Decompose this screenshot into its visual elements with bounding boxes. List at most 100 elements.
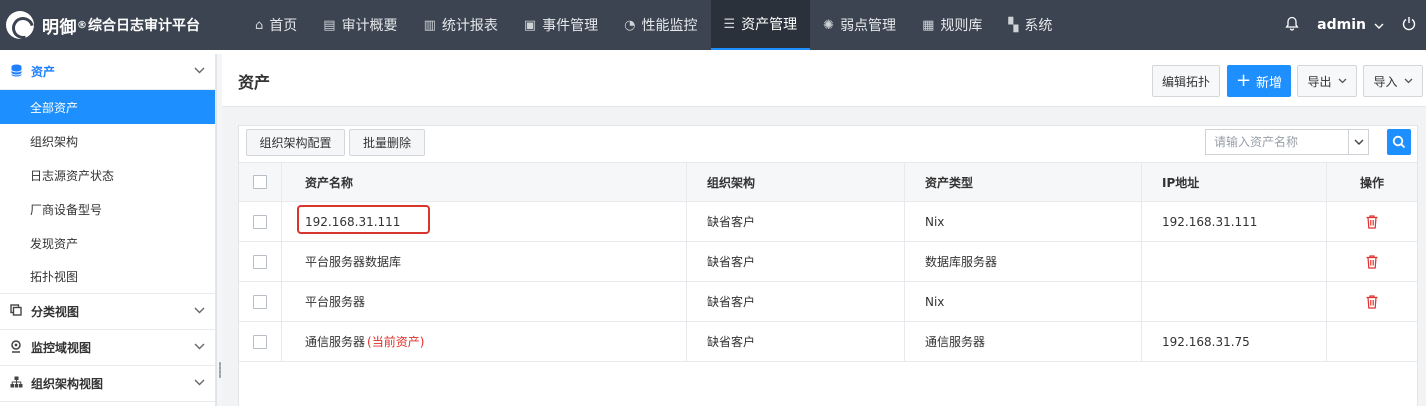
asset-name-link[interactable]: 通信服务器 bbox=[305, 333, 365, 350]
table-row: 平台服务器 缺省客户 Nix bbox=[239, 282, 1417, 322]
row-select-cell bbox=[239, 202, 282, 241]
nav-label: 性能监控 bbox=[641, 18, 698, 34]
user-area: admin bbox=[1285, 0, 1416, 50]
sidebar-group-label: 监控域视图 bbox=[31, 341, 92, 355]
nav-vulnerability-management[interactable]: ✺ 弱点管理 bbox=[810, 0, 909, 50]
table-row: 通信服务器 (当前资产) 缺省客户 通信服务器 192.168.31.75 bbox=[239, 322, 1417, 362]
top-navigation-bar: 明御 ® 综合日志审计平台 ⌂ 首页 ▤ 审计概要 ▥ 统计报表 ▣ 事件管理 ◔ 性能监… bbox=[0, 0, 1426, 50]
sidebar-item-discover-assets[interactable]: 发现资产 bbox=[0, 226, 215, 260]
drag-handle-icon bbox=[219, 362, 221, 378]
sidebar-group-label: 分类视图 bbox=[31, 305, 80, 319]
asset-search-field bbox=[1205, 129, 1369, 155]
asset-name-cell: 平台服务器 bbox=[282, 282, 687, 321]
nav-home[interactable]: ⌂ 首页 bbox=[242, 0, 310, 50]
nav-asset-management[interactable]: ☰ 资产管理 bbox=[710, 0, 811, 50]
delete-icon[interactable] bbox=[1365, 214, 1379, 230]
user-menu[interactable]: admin bbox=[1317, 17, 1366, 33]
nav-event-management[interactable]: ▣ 事件管理 bbox=[511, 0, 611, 50]
ip-cell: 192.168.31.111 bbox=[1142, 202, 1327, 241]
main-content: 资产 编辑拓扑 + 新增 导出 导入 组织架构配置 批量删除 请输入资产名称 资… bbox=[222, 54, 1426, 406]
sidebar-item-org-structure[interactable]: 组织架构 bbox=[0, 124, 215, 158]
select-all-checkbox[interactable] bbox=[253, 175, 267, 189]
asset-name-link[interactable]: 平台服务器 bbox=[305, 293, 365, 310]
column-header-org[interactable]: 组织架构 bbox=[687, 163, 905, 201]
asset-name-link[interactable]: 平台服务器数据库 bbox=[305, 253, 401, 270]
bell-icon[interactable] bbox=[1285, 16, 1299, 35]
asset-table-card: 组织架构配置 批量删除 资产名称 组织架构 资产类型 IP地址 操作 bbox=[238, 125, 1418, 406]
sidebar-item-vendor-models[interactable]: 厂商设备型号 bbox=[0, 192, 215, 226]
search-scope-dropdown[interactable] bbox=[1348, 130, 1368, 154]
nav-audit-overview[interactable]: ▤ 审计概要 bbox=[310, 0, 410, 50]
chevron-down-icon bbox=[194, 340, 205, 353]
nav-label: 系统 bbox=[1024, 18, 1053, 34]
sidebar-item-log-source-status[interactable]: 日志源资产状态 bbox=[0, 158, 215, 192]
nav-rule-library[interactable]: ▦ 规则库 bbox=[909, 0, 995, 50]
row-checkbox[interactable] bbox=[253, 334, 267, 349]
nav-label: 事件管理 bbox=[542, 18, 599, 34]
row-checkbox[interactable] bbox=[253, 254, 267, 269]
book-icon: ▦ bbox=[922, 17, 935, 33]
ip-cell bbox=[1142, 282, 1327, 321]
delete-icon[interactable] bbox=[1365, 294, 1379, 310]
plus-icon: + bbox=[1235, 70, 1252, 91]
chevron-down-icon bbox=[1338, 76, 1347, 87]
database-icon: ☰ bbox=[723, 16, 736, 32]
asset-search-input[interactable] bbox=[1206, 130, 1350, 154]
chevron-down-icon bbox=[194, 64, 205, 77]
nav-statistics-report[interactable]: ▥ 统计报表 bbox=[411, 0, 511, 50]
asset-name-cell: 平台服务器数据库 bbox=[282, 242, 687, 281]
add-asset-button[interactable]: + 新增 bbox=[1227, 65, 1291, 97]
sidebar-item-topology-view[interactable]: 拓扑视图 bbox=[0, 260, 215, 294]
sidebar-group-category-view[interactable]: 分类视图 bbox=[0, 294, 215, 330]
asset-type-cell: 数据库服务器 bbox=[905, 242, 1142, 281]
sidebar-group-label: 组织架构视图 bbox=[31, 377, 104, 391]
chevron-down-icon[interactable] bbox=[1374, 19, 1384, 32]
search-icon bbox=[1392, 135, 1406, 149]
page-header: 资产 编辑拓扑 + 新增 导出 导入 bbox=[222, 54, 1426, 107]
nav-performance-monitor[interactable]: ◔ 性能监控 bbox=[611, 0, 710, 50]
search-button[interactable] bbox=[1387, 129, 1411, 155]
import-dropdown[interactable]: 导入 bbox=[1363, 65, 1423, 97]
ip-cell: 192.168.31.75 bbox=[1142, 322, 1327, 361]
add-asset-label: 新增 bbox=[1256, 75, 1283, 91]
row-checkbox[interactable] bbox=[253, 214, 267, 229]
nav-label: 弱点管理 bbox=[840, 18, 897, 34]
brand[interactable]: 明御 ® 综合日志审计平台 bbox=[6, 0, 200, 50]
org-structure-config-button[interactable]: 组织架构配置 bbox=[246, 129, 345, 156]
org-cell: 缺省客户 bbox=[687, 322, 905, 361]
sidebar-item-all-assets[interactable]: 全部资产 bbox=[0, 90, 215, 124]
column-header-asset-name[interactable]: 资产名称 bbox=[282, 163, 687, 201]
asset-name-cell: 192.168.31.111 bbox=[282, 202, 687, 241]
power-icon[interactable] bbox=[1402, 16, 1416, 35]
grid-icon: ▚ bbox=[1008, 17, 1019, 33]
copy-icon bbox=[9, 304, 23, 319]
actions-cell bbox=[1327, 242, 1417, 281]
column-header-ip[interactable]: IP地址 bbox=[1142, 163, 1327, 201]
clipboard-icon: ▣ bbox=[523, 17, 537, 33]
edit-topology-button[interactable]: 编辑拓扑 bbox=[1152, 65, 1220, 97]
delete-icon[interactable] bbox=[1365, 254, 1379, 270]
row-checkbox[interactable] bbox=[253, 294, 267, 309]
document-icon: ▤ bbox=[323, 17, 336, 33]
sidebar-group-monitor-domain-view[interactable]: 监控域视图 bbox=[0, 330, 215, 366]
sitemap-icon bbox=[9, 376, 23, 391]
ip-cell bbox=[1142, 242, 1327, 281]
brand-logo-icon bbox=[6, 11, 34, 39]
table-row: 192.168.31.111 缺省客户 Nix 192.168.31.111 bbox=[239, 202, 1417, 242]
column-header-actions: 操作 bbox=[1359, 175, 1384, 190]
current-asset-tag: (当前资产) bbox=[367, 335, 425, 349]
asset-type-cell: Nix bbox=[905, 282, 1142, 321]
row-select-cell bbox=[239, 322, 282, 361]
batch-delete-button[interactable]: 批量删除 bbox=[349, 129, 425, 156]
row-select-cell bbox=[239, 242, 282, 281]
sidebar-group-assets[interactable]: 资产 bbox=[0, 54, 215, 90]
main-nav: ⌂ 首页 ▤ 审计概要 ▥ 统计报表 ▣ 事件管理 ◔ 性能监控 ☰ 资产管理 ✺ 弱点管理 … bbox=[242, 0, 1065, 50]
column-header-asset-type[interactable]: 资产类型 bbox=[905, 163, 1142, 201]
export-dropdown[interactable]: 导出 bbox=[1297, 65, 1357, 97]
chevron-down-icon bbox=[194, 376, 205, 389]
table-row: 平台服务器数据库 缺省客户 数据库服务器 bbox=[239, 242, 1417, 282]
nav-system[interactable]: ▚ 系统 bbox=[995, 0, 1065, 50]
brand-registered-mark: ® bbox=[77, 19, 87, 31]
asset-name-cell: 通信服务器 (当前资产) bbox=[282, 322, 687, 361]
sidebar-group-org-structure-view[interactable]: 组织架构视图 bbox=[0, 366, 215, 402]
